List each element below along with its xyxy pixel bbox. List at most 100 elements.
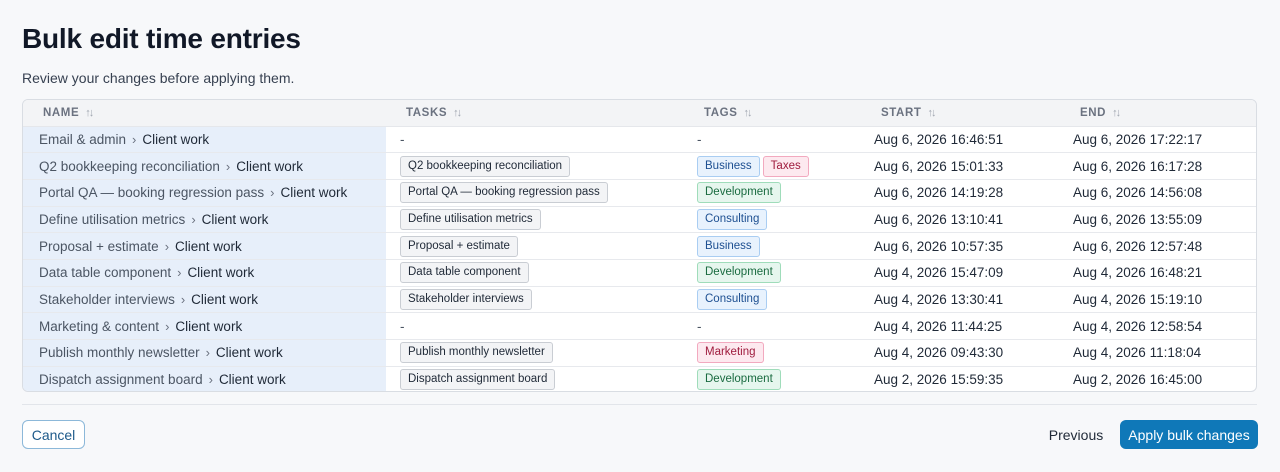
task-chip[interactable]: Stakeholder interviews [400,288,532,310]
table-row[interactable]: Dispatch assignment board › Client work Di… [23,365,1256,391]
apply-bulk-changes-button[interactable]: Apply bulk changes [1120,420,1258,449]
tasks-cell[interactable]: - [386,312,684,340]
cancel-button[interactable]: Cancel [22,420,85,449]
start-time-cell[interactable]: Aug 6, 2026 15:01:33 [861,152,1060,180]
end-time-cell[interactable]: Aug 6, 2026 13:55:09 [1060,205,1256,233]
table-row[interactable]: Email & admin › Client work - - Aug 6, 202… [23,126,1256,153]
start-time-cell[interactable]: Aug 4, 2026 11:44:25 [861,312,1060,340]
table-row[interactable]: Data table component › Client work Data ta… [23,258,1256,287]
tasks-cell[interactable]: Dispatch assignment board [386,365,684,391]
table-row[interactable]: Q2 bookkeeping reconciliation › Client wor… [23,152,1256,180]
project-name: Client work [175,318,243,334]
tasks-cell[interactable]: Publish monthly newsletter [386,339,684,367]
chevron-right-icon: › [225,158,231,174]
column-header-end[interactable]: END ↑↓ [1060,100,1256,127]
column-header-start[interactable]: START ↑↓ [861,100,1060,127]
sort-icon[interactable]: ↑↓ [744,107,753,119]
end-time-cell[interactable]: Aug 4, 2026 16:48:21 [1060,258,1256,287]
tags-cell[interactable]: Business Taxes [684,152,861,180]
start-time-cell[interactable]: Aug 6, 2026 16:46:51 [861,126,1060,153]
entry-name: Marketing & content [39,318,160,334]
tag-badge[interactable]: Business [697,155,760,177]
end-time-cell[interactable]: Aug 6, 2026 14:56:08 [1060,178,1256,207]
start-time-cell[interactable]: Aug 6, 2026 13:10:41 [861,205,1060,233]
end-time-cell[interactable]: Aug 6, 2026 17:22:17 [1060,126,1256,153]
entry-name-cell[interactable]: Email & admin › Client work [23,126,386,153]
column-header-tasks[interactable]: TASKS ↑↓ [386,100,684,127]
task-chip[interactable]: Publish monthly newsletter [400,342,553,364]
project-name: Client work [218,372,286,388]
end-time-cell[interactable]: Aug 6, 2026 16:17:28 [1060,152,1256,180]
time-entries-table: NAME ↑↓ TASKS ↑↓ TAGS ↑↓ START ↑↓ END ↑↓ Emai… [22,99,1257,392]
entry-name-cell[interactable]: Publish monthly newsletter › Client work [23,339,386,367]
tasks-cell[interactable]: Stakeholder interviews [386,285,684,313]
task-chip[interactable]: Dispatch assignment board [400,369,556,391]
entry-name: Q2 bookkeeping reconciliation [39,158,220,174]
entry-name-cell[interactable]: Data table component › Client work [23,258,386,287]
entry-name-cell[interactable]: Define utilisation metrics › Client work [23,205,386,233]
sort-icon[interactable]: ↑↓ [453,107,462,119]
end-time-cell[interactable]: Aug 4, 2026 11:18:04 [1060,339,1256,367]
table-row[interactable]: Portal QA — booking regression pass › Clie… [23,178,1256,207]
tags-cell[interactable]: Development [684,258,861,287]
tag-badge[interactable]: Consulting [697,208,768,230]
tasks-cell[interactable]: Data table component [386,258,684,287]
tags-cell[interactable]: Consulting [684,285,861,313]
task-chip[interactable]: Data table component [400,262,529,284]
entry-name-cell[interactable]: Portal QA — booking regression pass › Clie… [23,178,386,207]
sort-icon[interactable]: ↑↓ [927,107,936,119]
project-name: Client work [142,131,210,147]
end-time-cell[interactable]: Aug 4, 2026 12:58:54 [1060,312,1256,340]
entry-name-cell[interactable]: Q2 bookkeeping reconciliation › Client wor… [23,152,386,180]
table-row[interactable]: Proposal + estimate › Client work Proposal… [23,232,1256,260]
previous-button[interactable]: Previous [1043,420,1109,449]
tag-badge[interactable]: Marketing [697,342,764,364]
entry-name: Stakeholder interviews [39,291,175,307]
tasks-cell[interactable]: Portal QA — booking regression pass [386,178,684,207]
table-row[interactable]: Define utilisation metrics › Client work D… [23,205,1256,233]
tags-cell[interactable]: - [684,312,861,340]
column-header-name[interactable]: NAME ↑↓ [23,100,386,127]
tags-cell[interactable]: Business [684,232,861,260]
tag-badge[interactable]: Consulting [697,288,768,310]
table-row[interactable]: Stakeholder interviews › Client work Stake… [23,285,1256,313]
table-row[interactable]: Publish monthly newsletter › Client work P… [23,339,1256,367]
tag-badge[interactable]: Development [697,262,781,284]
start-time-cell[interactable]: Aug 2, 2026 15:59:35 [861,365,1060,391]
task-chip[interactable]: Q2 bookkeeping reconciliation [400,155,571,177]
task-chip[interactable]: Portal QA — booking regression pass [400,182,608,204]
start-time-cell[interactable]: Aug 4, 2026 09:43:30 [861,339,1060,367]
entry-name-cell[interactable]: Marketing & content › Client work [23,312,386,340]
end-time-cell[interactable]: Aug 4, 2026 15:19:10 [1060,285,1256,313]
task-chip[interactable]: Proposal + estimate [400,235,518,257]
entry-name: Email & admin [39,131,127,147]
tags-cell[interactable]: Marketing [684,339,861,367]
start-time-cell[interactable]: Aug 4, 2026 13:30:41 [861,285,1060,313]
table-row[interactable]: Marketing & content › Client work - - Aug … [23,312,1256,340]
tags-cell[interactable]: Development [684,178,861,207]
column-header-tags[interactable]: TAGS ↑↓ [684,100,861,127]
sort-icon[interactable]: ↑↓ [1112,107,1121,119]
tag-badge[interactable]: Development [697,369,781,391]
entry-name-cell[interactable]: Dispatch assignment board › Client work [23,365,386,391]
end-time-cell[interactable]: Aug 6, 2026 12:57:48 [1060,232,1256,260]
tasks-cell[interactable]: Define utilisation metrics [386,205,684,233]
tag-badge[interactable]: Development [697,182,781,204]
start-time-cell[interactable]: Aug 6, 2026 14:19:28 [861,178,1060,207]
tag-badge[interactable]: Taxes [762,155,809,177]
tasks-cell[interactable]: - [386,126,684,153]
entry-name-cell[interactable]: Proposal + estimate › Client work [23,232,386,260]
task-chip[interactable]: Define utilisation metrics [400,208,541,230]
tag-badge[interactable]: Business [697,235,760,257]
end-time-cell[interactable]: Aug 2, 2026 16:45:00 [1060,365,1256,391]
entry-name-cell[interactable]: Stakeholder interviews › Client work [23,285,386,313]
tags-cell[interactable]: - [684,126,861,153]
entry-name: Proposal + estimate [39,238,159,254]
tasks-cell[interactable]: Proposal + estimate [386,232,684,260]
sort-icon[interactable]: ↑↓ [85,107,94,119]
start-time-cell[interactable]: Aug 4, 2026 15:47:09 [861,258,1060,287]
tags-cell[interactable]: Development [684,365,861,391]
tasks-cell[interactable]: Q2 bookkeeping reconciliation [386,152,684,180]
tags-cell[interactable]: Consulting [684,205,861,233]
start-time-cell[interactable]: Aug 6, 2026 10:57:35 [861,232,1060,260]
